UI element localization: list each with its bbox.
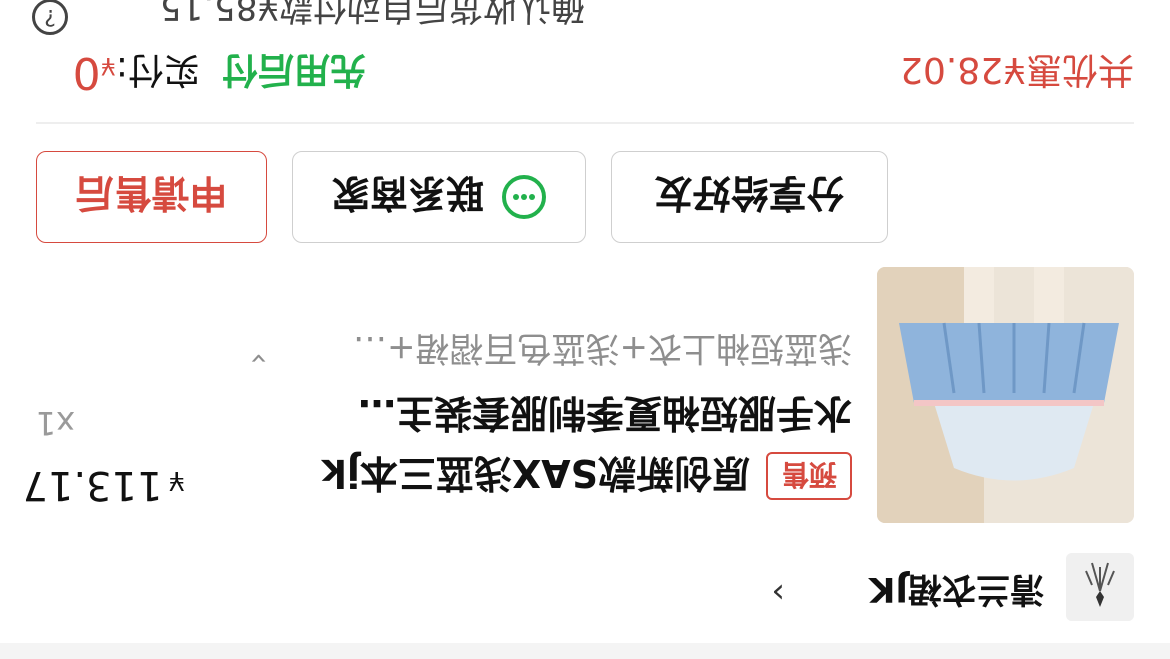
question-circle-icon[interactable]: ? [32, 0, 68, 35]
product-quantity: x1 [35, 404, 75, 442]
contact-button-label: 联系商家 [332, 171, 485, 216]
auto-pay-note: 确认收货后自动付款¥85.15 [160, 0, 585, 27]
price-currency: ¥ [168, 465, 185, 495]
shop-name[interactable]: 清兰衣裙JK [869, 568, 1044, 617]
share-button[interactable]: 分享给好友 [611, 151, 888, 243]
product-item[interactable]: 预售 原创新款SAX浅蓝三本jk 水手服短袖夏季制服套装主… 浅蓝短袖上衣+浅蓝… [0, 266, 1170, 526]
product-sku[interactable]: 浅蓝短袖上衣+浅蓝色百褶裙+… [353, 327, 852, 376]
paid-amount: 实付:¥0 [73, 47, 200, 99]
product-title-line1[interactable]: 原创新款SAX浅蓝三本jk [322, 449, 750, 504]
price-value: 113.17 [22, 462, 163, 508]
chevron-down-icon[interactable]: › [241, 353, 276, 365]
paid-label: 实付: [115, 49, 200, 90]
product-price: ¥113.17 [22, 462, 185, 508]
pay-later-label[interactable]: 先用后付 [222, 47, 366, 99]
paid-value: 0 [72, 47, 101, 98]
bottom-band [0, 643, 1170, 659]
chevron-right-icon[interactable]: › [771, 573, 785, 613]
chat-bubble-icon [502, 175, 547, 219]
aftersale-button[interactable]: 申请售后 [36, 151, 267, 243]
contact-seller-button[interactable]: 联系商家 [292, 151, 586, 243]
order-detail-page: 清兰衣裙JK › 预售 原创新款SAX浅蓝三本jk 水手服短袖夏季制服套装主… … [0, 0, 1170, 659]
paid-currency: ¥ [100, 52, 116, 80]
aftersale-button-label: 申请售后 [75, 171, 228, 216]
product-image[interactable] [877, 267, 1134, 523]
share-button-label: 分享给好友 [654, 171, 845, 216]
product-title-line2[interactable]: 水手服短袖夏季制服套装主… [272, 389, 852, 444]
shop-avatar[interactable] [1066, 553, 1134, 621]
divider [36, 122, 1134, 124]
shop-header[interactable]: 清兰衣裙JK › [0, 549, 1170, 641]
presale-badge: 预售 [766, 452, 852, 500]
total-discount: 共优惠¥28.02 [900, 49, 1134, 90]
